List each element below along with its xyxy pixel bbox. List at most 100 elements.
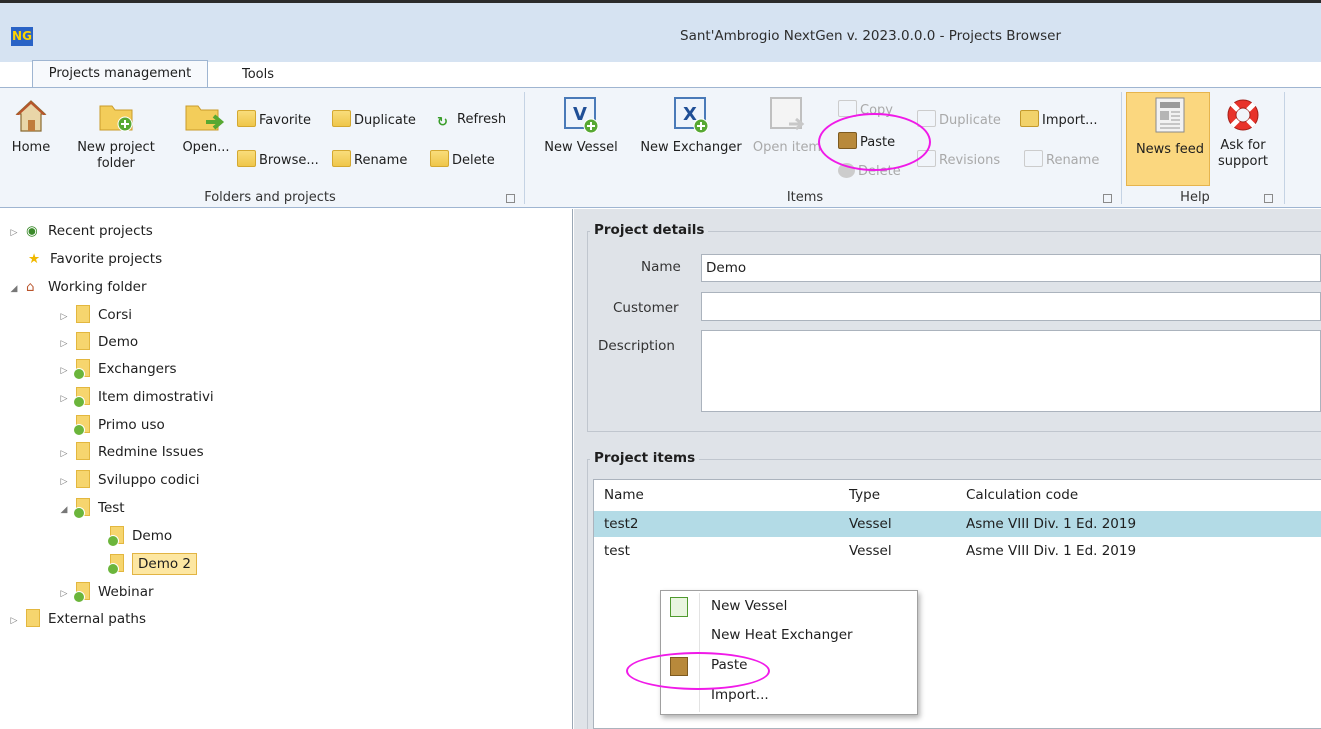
tree-item-dimostrativi[interactable]: ▷ Item dimostrativi: [58, 383, 214, 411]
folder-check-icon: [73, 415, 90, 436]
collapse-icon[interactable]: ◢: [8, 275, 20, 303]
news-feed-button[interactable]: News feed: [1128, 96, 1212, 158]
collapse-icon[interactable]: ◢: [58, 496, 70, 524]
name-field[interactable]: Demo: [701, 254, 1321, 282]
ask-support-button[interactable]: Ask for support: [1212, 96, 1274, 170]
tree-item-webinar[interactable]: ▷ Webinar: [58, 578, 154, 606]
title-bar: [0, 0, 1321, 62]
revisions-button[interactable]: Revisions: [917, 150, 1000, 170]
tree-item-recent[interactable]: ▷ ◉ Recent projects: [8, 217, 153, 245]
tree-item-test-demo2[interactable]: Demo 2: [104, 550, 197, 578]
row-type: Vessel: [849, 543, 892, 559]
refresh-icon: ↻: [437, 115, 448, 130]
column-header-code[interactable]: Calculation code: [966, 482, 1078, 508]
browse-icon: [237, 150, 256, 167]
tree-item-favorite[interactable]: ★ Favorite projects: [22, 245, 162, 273]
folder-check-icon: [107, 554, 124, 575]
news-feed-label: News feed: [1135, 142, 1205, 157]
tree-item-primo-uso[interactable]: Primo uso: [70, 411, 165, 439]
home-button[interactable]: Home: [0, 98, 62, 156]
delete-icon: [430, 150, 449, 167]
menu-item-new-heat-exchanger[interactable]: New Heat Exchanger: [711, 627, 853, 643]
folder-check-icon: [73, 359, 90, 380]
new-project-folder-button[interactable]: New project folder: [56, 98, 176, 172]
items-launcher-icon[interactable]: [1103, 194, 1112, 203]
description-field[interactable]: [701, 330, 1321, 412]
table-row[interactable]: test2 Vessel Asme VIII Div. 1 Ed. 2019: [594, 511, 1321, 537]
customer-label: Customer: [613, 300, 679, 316]
row-type: Vessel: [849, 516, 892, 532]
browse-button[interactable]: Browse...: [237, 150, 319, 170]
name-label: Name: [641, 259, 681, 275]
column-header-name[interactable]: Name: [604, 482, 644, 508]
home-label: Home: [11, 140, 51, 155]
context-paste-highlight-ring: [626, 652, 770, 690]
rename-icon: [332, 150, 351, 167]
folder-check-icon: [73, 387, 90, 408]
duplicate-item-button[interactable]: Duplicate: [917, 110, 1001, 130]
rename-item-button[interactable]: Rename: [1024, 150, 1099, 170]
new-vessel-icon: [670, 597, 688, 617]
expand-icon[interactable]: ▷: [58, 303, 70, 331]
column-header-type[interactable]: Type: [849, 482, 880, 508]
folder-check-icon: [73, 582, 90, 603]
new-project-label-1: New project: [77, 140, 155, 155]
tree-item-external[interactable]: ▷ External paths: [8, 605, 146, 633]
folder-icon: [76, 332, 90, 350]
new-vessel-button[interactable]: V New Vessel: [538, 96, 624, 156]
paste-highlight-ring: [818, 113, 931, 171]
tab-projects-management[interactable]: Projects management: [32, 60, 208, 88]
expand-icon[interactable]: ▷: [58, 357, 70, 385]
duplicate-folder-button[interactable]: Duplicate: [332, 110, 416, 130]
expand-icon[interactable]: ▷: [58, 385, 70, 413]
folder-icon: [76, 305, 90, 323]
row-name: test2: [604, 516, 639, 532]
tree-item-redmine[interactable]: ▷ Redmine Issues: [58, 438, 204, 466]
app-logo: NG: [11, 27, 33, 46]
menu-item-new-vessel[interactable]: New Vessel: [711, 598, 787, 614]
tab-tools[interactable]: Tools: [232, 62, 284, 87]
new-exchanger-button[interactable]: X New Exchanger: [632, 96, 750, 156]
expand-icon[interactable]: ▷: [8, 219, 20, 247]
open-folder-icon: [185, 105, 225, 131]
expand-icon[interactable]: ▷: [58, 580, 70, 608]
list-header: Name Type Calculation code: [594, 482, 1321, 508]
open-item-icon: [770, 97, 805, 131]
group-separator: [1121, 92, 1122, 204]
favorite-button[interactable]: Favorite: [237, 110, 311, 130]
tree-item-exchangers[interactable]: ▷ Exchangers: [58, 355, 177, 383]
new-folder-icon: [99, 105, 133, 132]
star-icon: ★: [28, 251, 41, 267]
rename-item-icon: [1024, 150, 1043, 167]
help-launcher-icon[interactable]: [1264, 194, 1273, 203]
rename-folder-button[interactable]: Rename: [332, 150, 407, 170]
home-icon: ⌂: [26, 279, 35, 295]
delete-folder-button[interactable]: Delete: [430, 150, 495, 170]
open-button[interactable]: Open...: [176, 98, 236, 156]
expand-icon[interactable]: ▷: [58, 330, 70, 358]
tree-item-demo[interactable]: ▷ Demo: [58, 328, 138, 356]
expand-icon[interactable]: ▷: [58, 468, 70, 496]
folder-icon: [76, 470, 90, 488]
tree-item-working[interactable]: ◢ ⌂ Working folder: [8, 273, 147, 301]
customer-field[interactable]: [701, 292, 1321, 321]
folders-launcher-icon[interactable]: [506, 194, 515, 203]
table-row[interactable]: test Vessel Asme VIII Div. 1 Ed. 2019: [594, 538, 1321, 564]
newspaper-icon: [1155, 97, 1185, 133]
menu-item-import[interactable]: Import...: [711, 687, 769, 703]
import-icon: [1020, 110, 1039, 127]
tree-item-test-demo[interactable]: Demo: [104, 522, 172, 550]
tree-item-corsi[interactable]: ▷ Corsi: [58, 301, 132, 329]
ask-label-2: support: [1218, 154, 1268, 169]
open-item-button[interactable]: Open item: [750, 96, 824, 156]
tree-item-test[interactable]: ◢ Test: [58, 494, 125, 522]
expand-icon[interactable]: ▷: [58, 440, 70, 468]
tree-item-sviluppo[interactable]: ▷ Sviluppo codici: [58, 466, 199, 494]
lifebuoy-icon: [1227, 99, 1259, 131]
refresh-button[interactable]: ↻ Refresh: [437, 110, 506, 130]
recent-icon: ◉: [26, 223, 38, 239]
row-name: test: [604, 543, 630, 559]
folder-check-icon: [107, 526, 124, 547]
expand-icon[interactable]: ▷: [8, 607, 20, 635]
import-button[interactable]: Import...: [1020, 110, 1098, 130]
